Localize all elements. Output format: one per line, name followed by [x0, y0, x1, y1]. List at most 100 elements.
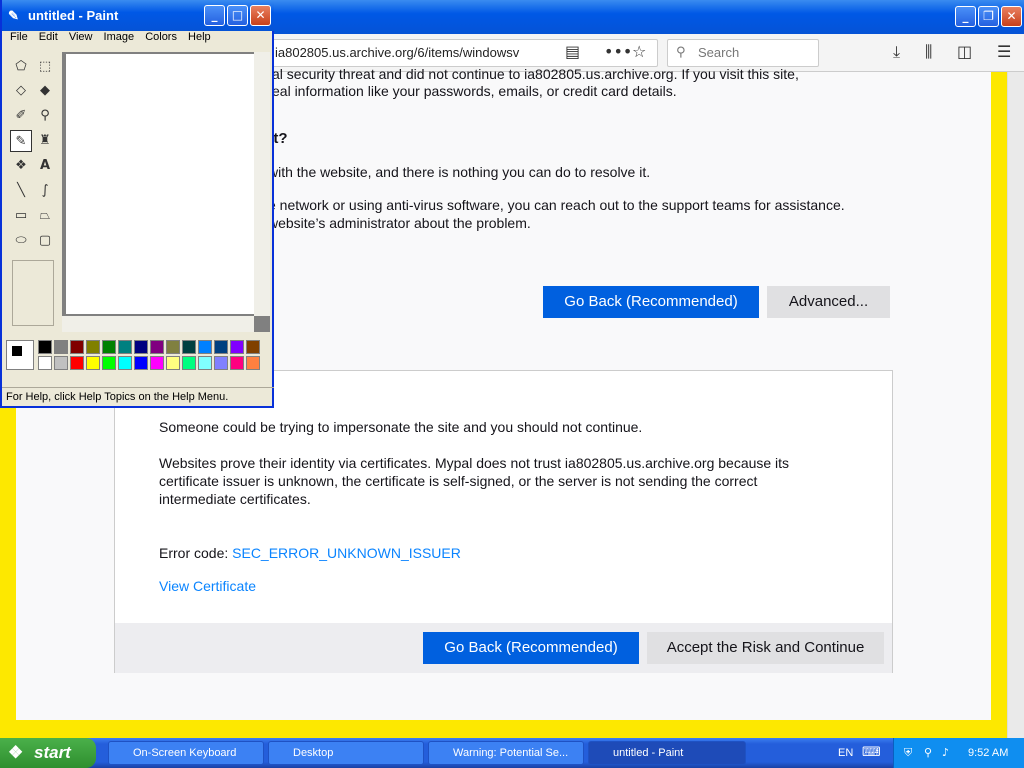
- menu-file[interactable]: File: [10, 31, 28, 43]
- foreground-color: [11, 345, 23, 357]
- error-code-link[interactable]: SEC_ERROR_UNKNOWN_ISSUER: [232, 545, 461, 561]
- picker-icon[interactable]: ✐: [10, 105, 32, 127]
- color-swatch[interactable]: [214, 340, 228, 354]
- color-swatch[interactable]: [54, 340, 68, 354]
- eraser-icon[interactable]: ◇: [10, 80, 32, 102]
- close-button[interactable]: ✕: [1001, 6, 1022, 27]
- text-icon[interactable]: A: [34, 155, 56, 177]
- paint-minimize-button[interactable]: _: [204, 5, 225, 26]
- color-swatch[interactable]: [246, 340, 260, 354]
- polygon-icon[interactable]: ⏢: [34, 205, 56, 227]
- search-input[interactable]: ⚲ Search: [667, 39, 819, 67]
- task-browser-warning[interactable]: Warning: Potential Se...: [428, 741, 584, 765]
- rounded-rect-icon[interactable]: ▢: [34, 230, 56, 252]
- tool-options[interactable]: [12, 260, 54, 326]
- color-swatch[interactable]: [182, 356, 196, 370]
- paint-maximize-button[interactable]: □: [227, 5, 248, 26]
- color-swatch[interactable]: [118, 356, 132, 370]
- color-swatch[interactable]: [198, 356, 212, 370]
- paint-toolbox: ⬠ ⬚ ◇ ◆ ✐ ⚲ ✎ ♜ ❖ A ╲ ∫ ▭ ⏢ ⬭ ▢: [6, 52, 58, 332]
- color-swatch[interactable]: [118, 340, 132, 354]
- pencil-icon[interactable]: ✎: [10, 130, 32, 152]
- menu-edit[interactable]: Edit: [39, 31, 58, 43]
- more-icon[interactable]: •••: [604, 42, 632, 61]
- color-swatch[interactable]: [102, 356, 116, 370]
- color-swatch[interactable]: [182, 340, 196, 354]
- language-indicator[interactable]: EN: [838, 738, 853, 768]
- view-certificate-link[interactable]: View Certificate: [159, 578, 256, 594]
- color-swatch[interactable]: [246, 356, 260, 370]
- download-icon[interactable]: ⤓: [893, 42, 900, 62]
- color-swatch[interactable]: [54, 356, 68, 370]
- bookmark-star-icon[interactable]: ☆: [632, 42, 646, 61]
- color-swatch[interactable]: [214, 356, 228, 370]
- menu-help[interactable]: Help: [188, 31, 211, 43]
- fill-icon[interactable]: ◆: [34, 80, 56, 102]
- color-swatch[interactable]: [230, 356, 244, 370]
- menu-view[interactable]: View: [69, 31, 93, 43]
- security-shield-icon[interactable]: ⛨: [904, 738, 912, 768]
- minimize-button[interactable]: _: [955, 6, 976, 27]
- menu-icon[interactable]: ☰: [997, 42, 1011, 61]
- advanced-text-4: intermediate certificates.: [159, 491, 311, 507]
- advanced-button[interactable]: Advanced...: [767, 286, 890, 318]
- page-scrollbar[interactable]: [1007, 72, 1024, 738]
- airbrush-icon[interactable]: ❖: [10, 155, 32, 177]
- paint-statusbar: For Help, click Help Topics on the Help …: [2, 387, 274, 406]
- sidebar-icon[interactable]: ◫: [957, 42, 972, 61]
- clock[interactable]: 9:52 AM: [968, 738, 1008, 768]
- color-swatch[interactable]: [70, 340, 84, 354]
- reader-icon[interactable]: ▤: [565, 42, 580, 61]
- url-bar[interactable]: ia802805.us.archive.org/6/items/windowsv: [268, 39, 658, 67]
- brush-icon[interactable]: ♜: [34, 130, 56, 152]
- line-icon[interactable]: ╲: [10, 180, 32, 202]
- color-swatch[interactable]: [134, 340, 148, 354]
- search-tray-icon[interactable]: ⚲: [924, 738, 932, 768]
- task-paint[interactable]: untitled - Paint: [588, 741, 746, 765]
- menu-image[interactable]: Image: [104, 31, 135, 43]
- menu-colors[interactable]: Colors: [145, 31, 177, 43]
- color-swatch[interactable]: [70, 356, 84, 370]
- keyboard-icon[interactable]: ⌨: [862, 738, 881, 768]
- advanced-text-1: Someone could be trying to impersonate t…: [159, 419, 643, 435]
- color-palette: [6, 338, 270, 374]
- volume-icon[interactable]: ♪: [942, 738, 949, 768]
- rectangle-icon[interactable]: ▭: [10, 205, 32, 227]
- task-label: untitled - Paint: [613, 747, 684, 759]
- accept-risk-button[interactable]: Accept the Risk and Continue: [647, 632, 884, 664]
- color-swatch[interactable]: [150, 356, 164, 370]
- task-desktop[interactable]: Desktop: [268, 741, 424, 765]
- canvas-vertical-scrollbar[interactable]: [254, 52, 270, 316]
- curve-icon[interactable]: ∫: [34, 180, 56, 202]
- go-back-button-2[interactable]: Go Back (Recommended): [423, 632, 639, 664]
- maximize-button[interactable]: ❐: [978, 6, 999, 27]
- go-back-button[interactable]: Go Back (Recommended): [543, 286, 759, 318]
- select-icon[interactable]: ⬚: [34, 56, 56, 78]
- canvas-area: [62, 52, 270, 332]
- color-swatch[interactable]: [102, 340, 116, 354]
- color-swatch[interactable]: [38, 356, 52, 370]
- canvas-horizontal-scrollbar[interactable]: [62, 316, 254, 332]
- color-swatch[interactable]: [134, 356, 148, 370]
- color-swatch[interactable]: [38, 340, 52, 354]
- paint-window: ✎ untitled - Paint _ □ ✕ File Edit View …: [0, 0, 274, 408]
- magnifier-icon[interactable]: ⚲: [34, 105, 56, 127]
- task-label: Warning: Potential Se...: [453, 747, 569, 759]
- advanced-footer: Go Back (Recommended) Accept the Risk an…: [115, 623, 892, 673]
- advanced-text-2: Websites prove their identity via certif…: [159, 455, 790, 471]
- color-swatch[interactable]: [150, 340, 164, 354]
- color-swatch[interactable]: [198, 340, 212, 354]
- task-on-screen-keyboard[interactable]: On-Screen Keyboard: [108, 741, 264, 765]
- color-swatch[interactable]: [230, 340, 244, 354]
- ellipse-icon[interactable]: ⬭: [10, 230, 32, 252]
- color-swatch[interactable]: [86, 340, 100, 354]
- color-swatch[interactable]: [166, 356, 180, 370]
- library-icon[interactable]: ⫼: [925, 42, 932, 62]
- drawing-canvas[interactable]: [66, 54, 256, 314]
- color-swatch[interactable]: [86, 356, 100, 370]
- start-button[interactable]: ❖ start: [0, 738, 96, 768]
- current-colors[interactable]: [6, 340, 34, 370]
- free-select-icon[interactable]: ⬠: [10, 56, 32, 78]
- paint-close-button[interactable]: ✕: [250, 5, 271, 26]
- color-swatch[interactable]: [166, 340, 180, 354]
